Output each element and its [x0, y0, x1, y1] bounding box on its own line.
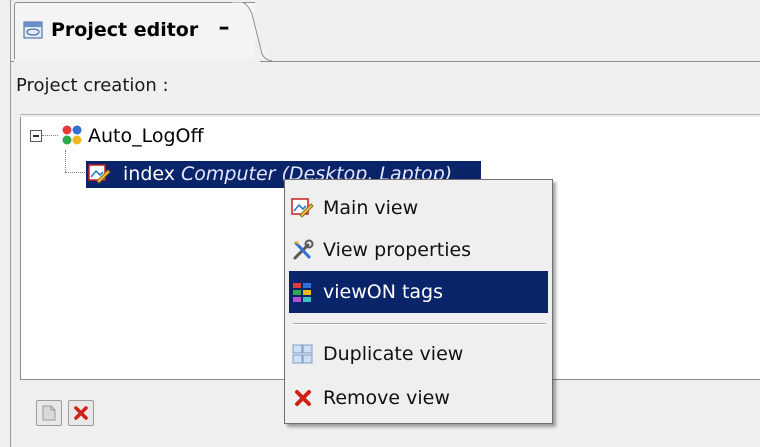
new-view-button[interactable]: [36, 400, 62, 426]
menu-item-main-view[interactable]: Main view: [289, 187, 548, 229]
view-icon: [88, 163, 112, 185]
tree-connector: [65, 172, 85, 173]
menu-item-viewon-tags[interactable]: viewON tags: [289, 271, 548, 313]
window-icon: [23, 21, 43, 39]
menu-separator: [293, 323, 546, 325]
view-icon: [291, 197, 315, 219]
view-name: index: [123, 163, 175, 185]
collapse-toggle[interactable]: [30, 130, 42, 142]
tree-connector: [42, 135, 58, 136]
tab-edge: [232, 2, 272, 62]
red-x-icon: [291, 387, 315, 409]
menu-item-label: Duplicate view: [323, 343, 464, 365]
remove-button[interactable]: [68, 400, 94, 426]
tab-title: Project editor: [51, 19, 199, 41]
new-document-icon: [42, 405, 56, 421]
tree-item-auto-logoff[interactable]: Auto_LogOff: [88, 125, 204, 147]
panel-separator: [20, 114, 760, 115]
menu-item-view-properties[interactable]: View properties: [289, 229, 548, 271]
tools-icon: [291, 239, 315, 261]
tab-project-editor[interactable]: Project editor –: [14, 2, 255, 59]
panel-label: Project creation :: [16, 75, 169, 96]
menu-item-label: Remove view: [323, 387, 450, 409]
menu-item-label: viewON tags: [323, 281, 444, 303]
menu-item-duplicate-view[interactable]: Duplicate view: [289, 333, 548, 375]
menu-item-label: Main view: [323, 197, 419, 219]
duplicate-icon: [291, 343, 315, 365]
context-menu: Main view View properties viewON tags Du…: [284, 179, 553, 424]
menu-item-label: View properties: [323, 239, 472, 261]
tree-connector: [65, 150, 66, 172]
red-x-icon: [74, 406, 88, 420]
project-icon: [61, 124, 83, 146]
tags-icon: [291, 281, 315, 303]
menu-item-remove-view[interactable]: Remove view: [289, 377, 548, 419]
